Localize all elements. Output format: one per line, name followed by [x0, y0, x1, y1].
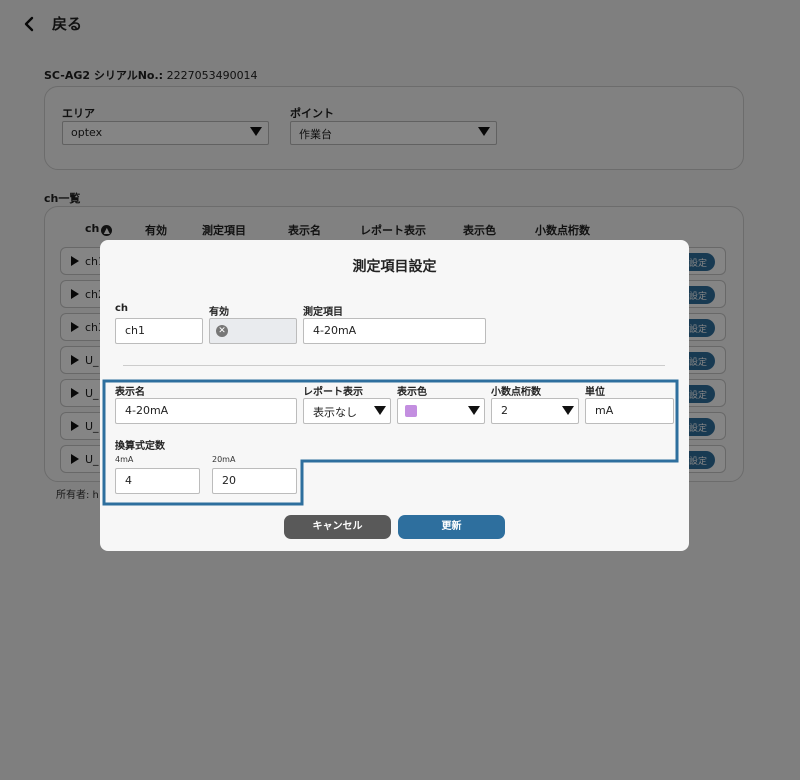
conversion-low-input[interactable]: 4 [115, 468, 200, 494]
cancel-button[interactable]: キャンセル [284, 515, 391, 539]
conversion-label: 換算式定数 [115, 441, 165, 452]
caret-down-icon [468, 406, 480, 415]
conversion-high-value: 20 [222, 474, 236, 487]
report-display-value: 表示なし [313, 406, 357, 419]
decimals-select[interactable]: 2 [491, 398, 579, 424]
unit-value: mA [595, 404, 614, 417]
decimals-label: 小数点桁数 [491, 387, 541, 398]
display-color-select[interactable] [397, 398, 485, 424]
caret-down-icon [374, 406, 386, 415]
update-button[interactable]: 更新 [398, 515, 505, 539]
display-name-input[interactable]: 4-20mA [115, 398, 297, 424]
display-color-label: 表示色 [397, 387, 427, 398]
display-name-value: 4-20mA [125, 404, 169, 417]
conversion-high-label: 20mA [212, 455, 236, 464]
measurement-settings-dialog: 測定項目設定 ch ch1 有効 ✕ 測定項目 4-20mA 表示名 4-20m… [100, 240, 689, 551]
decimals-value: 2 [501, 404, 508, 417]
unit-input[interactable]: mA [585, 398, 674, 424]
report-display-select[interactable]: 表示なし [303, 398, 391, 424]
conversion-low-value: 4 [125, 474, 132, 487]
display-name-label: 表示名 [115, 387, 145, 398]
caret-down-icon [562, 406, 574, 415]
color-swatch [405, 405, 417, 417]
report-display-label: レポート表示 [303, 387, 363, 398]
conversion-high-input[interactable]: 20 [212, 468, 297, 494]
conversion-low-label: 4mA [115, 455, 134, 464]
unit-label: 単位 [585, 387, 605, 398]
